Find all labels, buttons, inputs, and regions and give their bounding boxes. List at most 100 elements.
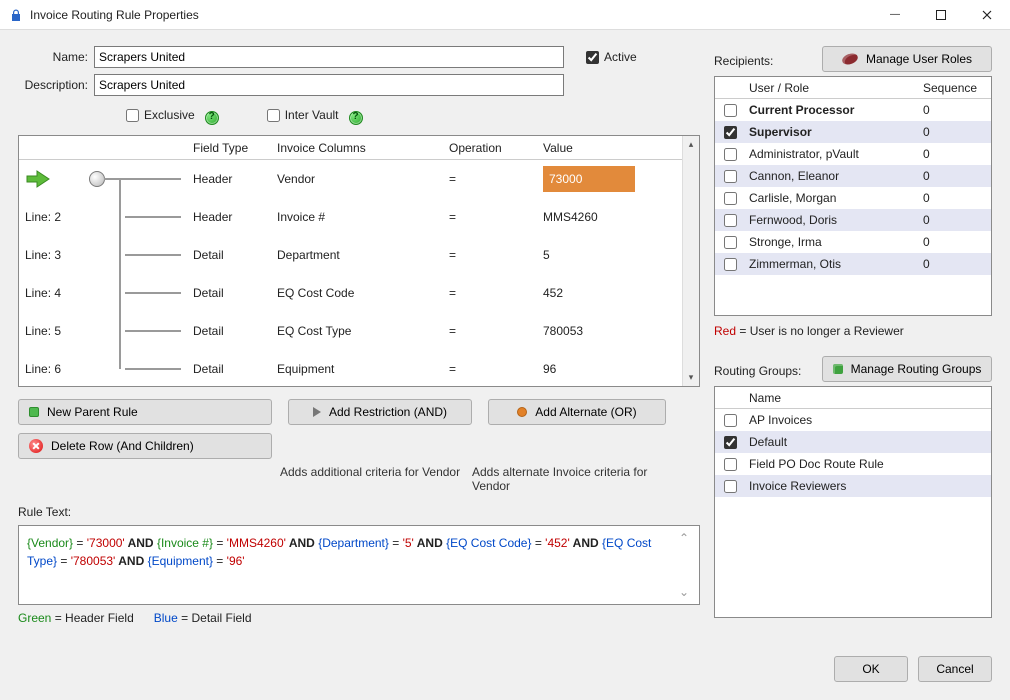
cell-invoice-column[interactable]: Equipment xyxy=(271,350,443,386)
intervault-checkbox[interactable]: Inter Vault xyxy=(267,108,339,122)
rule-token: '452' xyxy=(545,536,570,550)
col-value[interactable]: Value xyxy=(537,137,699,159)
recipient-checkbox[interactable] xyxy=(724,126,737,139)
group-checkbox[interactable] xyxy=(724,436,737,449)
grid-scrollbar[interactable]: ▴ ▾ xyxy=(682,136,699,386)
delete-row-label: Delete Row (And Children) xyxy=(51,439,194,453)
recipient-row[interactable]: Stronge, Irma0 xyxy=(715,231,991,253)
cell-invoice-column[interactable]: EQ Cost Type xyxy=(271,312,443,350)
cell-operation[interactable]: = xyxy=(443,350,537,386)
group-row[interactable]: Default xyxy=(715,431,991,453)
routing-groups-list[interactable]: Name AP InvoicesDefaultField PO Doc Rout… xyxy=(714,386,992,618)
recipients-label: Recipients: xyxy=(714,54,773,72)
cell-value[interactable]: 5 xyxy=(537,236,699,274)
maximize-button[interactable] xyxy=(918,0,964,30)
grid-row[interactable]: HeaderVendor=73000 xyxy=(19,160,699,198)
cell-fieldtype[interactable]: Detail xyxy=(187,350,271,386)
group-checkbox[interactable] xyxy=(724,414,737,427)
manage-user-roles-button[interactable]: Manage User Roles xyxy=(822,46,992,72)
col-fieldtype[interactable]: Field Type xyxy=(187,137,271,159)
cell-fieldtype[interactable]: Detail xyxy=(187,312,271,350)
cell-fieldtype[interactable]: Header xyxy=(187,160,271,198)
help-icon[interactable] xyxy=(349,111,363,125)
ruletext-scrollbar[interactable]: ⌃ ⌄ xyxy=(679,529,696,601)
col-invoice-columns[interactable]: Invoice Columns xyxy=(271,137,443,159)
recipient-checkbox[interactable] xyxy=(724,258,737,271)
group-row[interactable]: Field PO Doc Route Rule xyxy=(715,453,991,475)
new-parent-rule-button[interactable]: New Parent Rule xyxy=(18,399,272,425)
chevron-down-icon[interactable]: ⌄ xyxy=(679,583,696,601)
cell-operation[interactable]: = xyxy=(443,198,537,236)
description-input[interactable] xyxy=(94,74,564,96)
cancel-button[interactable]: Cancel xyxy=(918,656,992,682)
cell-operation[interactable]: = xyxy=(443,274,537,312)
recipient-checkbox[interactable] xyxy=(724,192,737,205)
grid-row[interactable]: Line: 3DetailDepartment=5 xyxy=(19,236,699,274)
grid-row[interactable]: Line: 5 DetailEQ Cost Type=780053 xyxy=(19,312,699,350)
scroll-down-icon[interactable]: ▾ xyxy=(683,369,700,386)
hint-alternate: Adds alternate Invoice criteria for Vend… xyxy=(472,465,652,493)
chevron-up-icon[interactable]: ⌃ xyxy=(679,529,696,547)
cell-operation[interactable]: = xyxy=(443,160,537,198)
col-user-role[interactable]: User / Role xyxy=(745,81,919,95)
cell-value[interactable]: 96 xyxy=(537,350,699,386)
hint-restriction: Adds additional criteria for Vendor xyxy=(280,465,472,493)
add-restriction-button[interactable]: Add Restriction (AND) xyxy=(288,399,472,425)
active-checkbox[interactable]: Active xyxy=(586,50,637,64)
tree-connector xyxy=(83,198,187,236)
group-checkbox[interactable] xyxy=(724,480,737,493)
cell-invoice-column[interactable]: EQ Cost Code xyxy=(271,274,443,312)
cell-fieldtype[interactable]: Detail xyxy=(187,274,271,312)
recipient-checkbox[interactable] xyxy=(724,104,737,117)
grid-row[interactable]: Line: 6DetailEquipment=96 xyxy=(19,350,699,386)
recipient-checkbox[interactable] xyxy=(724,170,737,183)
cell-value[interactable]: 780053 xyxy=(537,312,699,350)
recipient-checkbox[interactable] xyxy=(724,214,737,227)
cell-value[interactable]: 452 xyxy=(537,274,699,312)
groups-header: Name xyxy=(715,387,991,409)
recipient-row[interactable]: Current Processor0 xyxy=(715,99,991,121)
recipient-checkbox[interactable] xyxy=(724,236,737,249)
recipient-sequence: 0 xyxy=(919,191,991,205)
rule-token: 'MMS4260' xyxy=(227,536,286,550)
group-row[interactable]: AP Invoices xyxy=(715,409,991,431)
recipient-row[interactable]: Fernwood, Doris0 xyxy=(715,209,991,231)
name-input[interactable] xyxy=(94,46,564,68)
col-sequence[interactable]: Sequence xyxy=(919,81,991,95)
cell-value[interactable]: 73000 xyxy=(537,160,699,198)
recipient-row[interactable]: Carlisle, Morgan0 xyxy=(715,187,991,209)
delete-row-button[interactable]: Delete Row (And Children) xyxy=(18,433,272,459)
manage-routing-groups-button[interactable]: Manage Routing Groups xyxy=(822,356,992,382)
minimize-button[interactable]: — xyxy=(872,0,918,30)
group-checkbox[interactable] xyxy=(724,458,737,471)
cell-invoice-column[interactable]: Invoice # xyxy=(271,198,443,236)
help-icon[interactable] xyxy=(205,111,219,125)
recipient-checkbox[interactable] xyxy=(724,148,737,161)
ok-button[interactable]: OK xyxy=(834,656,908,682)
cell-value[interactable]: MMS4260 xyxy=(537,198,699,236)
cell-invoice-column[interactable]: Department xyxy=(271,236,443,274)
grid-row[interactable]: Line: 4DetailEQ Cost Code=452 xyxy=(19,274,699,312)
add-alternate-button[interactable]: Add Alternate (OR) xyxy=(488,399,666,425)
description-label: Description: xyxy=(18,78,94,92)
cell-fieldtype[interactable]: Detail xyxy=(187,236,271,274)
close-button[interactable] xyxy=(964,0,1010,30)
recipient-row[interactable]: Supervisor0 xyxy=(715,121,991,143)
rules-grid[interactable]: Field Type Invoice Columns Operation Val… xyxy=(18,135,700,387)
cell-invoice-column[interactable]: Vendor xyxy=(271,160,443,198)
group-row[interactable]: Invoice Reviewers xyxy=(715,475,991,497)
exclusive-checkbox[interactable]: Exclusive xyxy=(126,108,195,122)
grid-row[interactable]: Line: 2HeaderInvoice #=MMS4260 xyxy=(19,198,699,236)
col-group-name[interactable]: Name xyxy=(745,391,991,405)
recipient-row[interactable]: Administrator, pVault0 xyxy=(715,143,991,165)
col-operation[interactable]: Operation xyxy=(443,137,537,159)
recipient-row[interactable]: Zimmerman, Otis0 xyxy=(715,253,991,275)
recipients-list[interactable]: User / Role Sequence Current Processor0S… xyxy=(714,76,992,316)
cell-operation[interactable]: = xyxy=(443,236,537,274)
row-line-label: Line: 5 xyxy=(19,312,83,350)
rule-token: = xyxy=(57,554,71,568)
recipient-row[interactable]: Cannon, Eleanor0 xyxy=(715,165,991,187)
cell-operation[interactable]: = xyxy=(443,312,537,350)
scroll-up-icon[interactable]: ▴ xyxy=(683,136,700,153)
cell-fieldtype[interactable]: Header xyxy=(187,198,271,236)
